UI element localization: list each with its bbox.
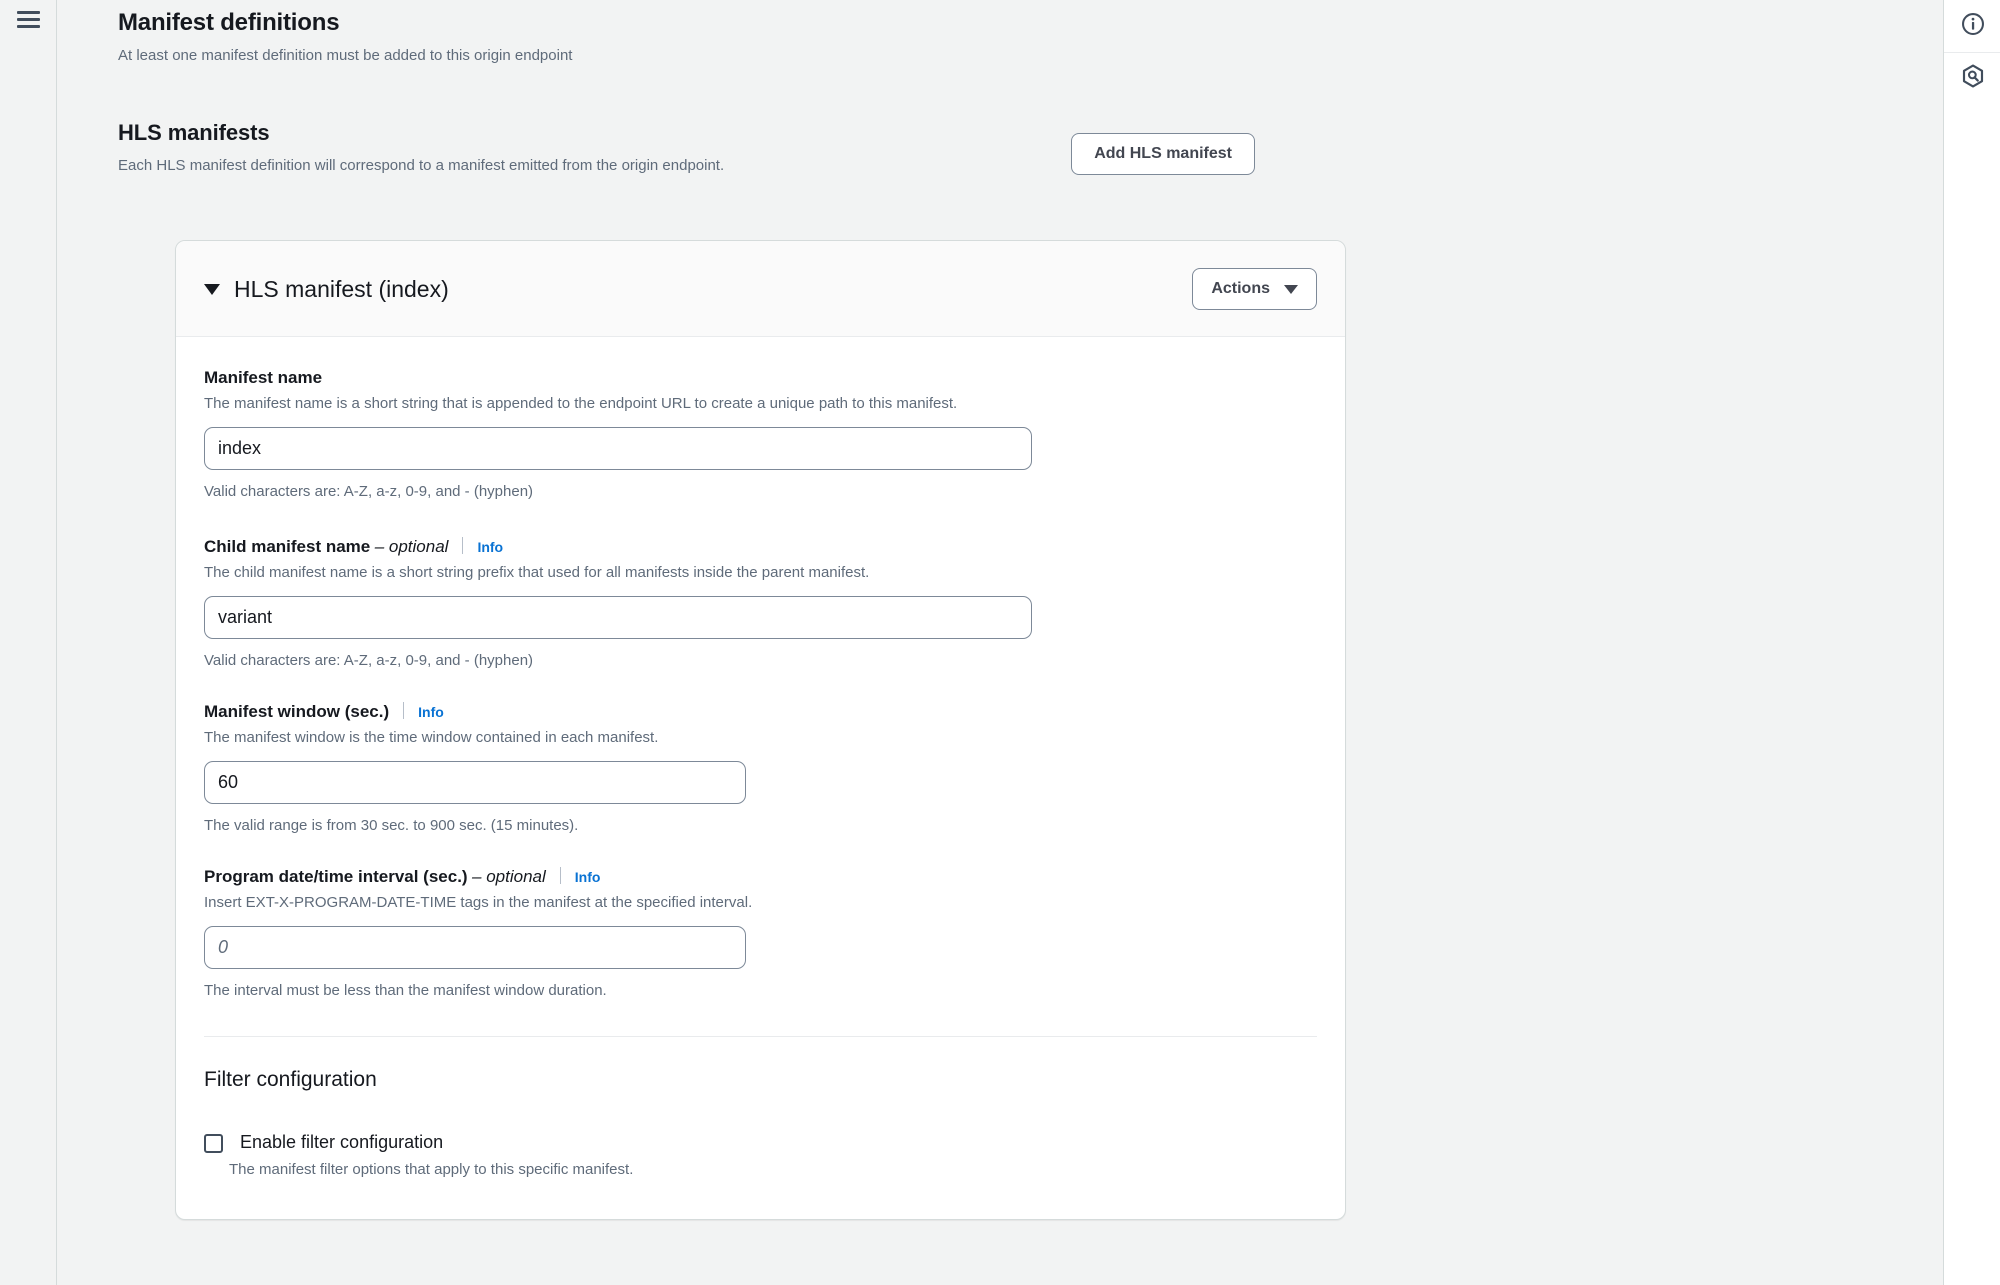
manifest-window-input[interactable] [204, 761, 746, 804]
left-navigation-rail [0, 0, 57, 1285]
program-date-time-interval-input[interactable] [204, 926, 746, 969]
child-manifest-name-constraint: Valid characters are: A-Z, a-z, 0-9, and… [204, 652, 534, 669]
program-date-time-interval-description: Insert EXT-X-PROGRAM-DATE-TIME tags in t… [204, 894, 753, 911]
info-separator [462, 537, 464, 554]
chevron-down-icon [1284, 284, 1298, 294]
main-content: Manifest definitions At least one manife… [58, 0, 1943, 1285]
chevron-down-icon [204, 284, 220, 295]
section-title: HLS manifests [118, 120, 270, 145]
page-header: Manifest definitions At least one manife… [58, 0, 1943, 67]
child-manifest-name-optional: – optional [374, 537, 449, 556]
checkbox-text-group: Enable filter configuration [240, 1131, 443, 1154]
hamburger-menu-icon[interactable] [17, 11, 40, 29]
manifest-name-constraint: Valid characters are: A-Z, a-z, 0-9, and… [204, 483, 534, 500]
q-assistant-icon [1960, 63, 1986, 94]
field-label-row: Manifest name [204, 367, 1317, 389]
field-program-date-time-interval: Program date/time interval (sec.) – opti… [204, 865, 1317, 1002]
enable-filter-configuration-description: The manifest filter options that apply t… [229, 1161, 634, 1178]
app-root: Manifest definitions At least one manife… [0, 0, 2000, 1285]
manifest-window-constraint: The valid range is from 30 sec. to 900 s… [204, 817, 579, 834]
info-panel-button[interactable] [1944, 0, 2000, 52]
manifest-name-description: The manifest name is a short string that… [204, 395, 958, 412]
right-help-rail [1943, 0, 2000, 1285]
hls-manifest-card: HLS manifest (index) Actions Manifest na… [175, 240, 1346, 1220]
hls-manifest-card-header: HLS manifest (index) Actions [176, 241, 1345, 337]
hamburger-bar [17, 11, 40, 14]
page-description: At least one manifest definition must be… [118, 47, 573, 64]
program-date-time-interval-label: Program date/time interval (sec.) [204, 867, 468, 886]
hamburger-bar [17, 25, 40, 28]
child-manifest-name-info-link[interactable]: Info [477, 538, 503, 556]
enable-filter-configuration-row[interactable]: Enable filter configuration [204, 1131, 1317, 1154]
field-label-row: Manifest window (sec.) Info [204, 700, 1317, 723]
enable-filter-configuration-label: Enable filter configuration [240, 1132, 444, 1152]
assistant-panel-button[interactable] [1944, 52, 2000, 104]
expand-toggle[interactable]: HLS manifest (index) [204, 275, 449, 303]
program-date-time-interval-constraint: The interval must be less than the manif… [204, 982, 607, 999]
page-title: Manifest definitions [118, 9, 340, 36]
program-date-time-interval-optional: – optional [472, 867, 546, 886]
field-child-manifest-name: Child manifest name – optional Info The … [204, 535, 1317, 672]
section-description: Each HLS manifest definition will corres… [118, 157, 725, 174]
info-separator [559, 867, 561, 884]
field-label-row: Child manifest name – optional Info [204, 535, 1317, 558]
manifest-window-label: Manifest window (sec.) [204, 702, 390, 721]
manifest-window-info-link[interactable]: Info [418, 703, 444, 721]
enable-filter-configuration-checkbox[interactable] [204, 1134, 223, 1153]
hls-manifest-card-body: Manifest name The manifest name is a sho… [176, 337, 1345, 1219]
add-hls-manifest-button[interactable]: Add HLS manifest [1071, 133, 1255, 175]
manifest-name-input[interactable] [204, 427, 1032, 470]
hls-manifest-card-title: HLS manifest (index) [234, 275, 449, 302]
manifest-name-label: Manifest name [204, 368, 323, 387]
hamburger-bar [17, 18, 40, 21]
field-label-row: Program date/time interval (sec.) – opti… [204, 865, 1317, 888]
child-manifest-name-label: Child manifest name [204, 537, 371, 556]
child-manifest-name-description: The child manifest name is a short strin… [204, 564, 870, 581]
actions-button-label: Actions [1211, 280, 1270, 297]
field-manifest-name: Manifest name The manifest name is a sho… [204, 367, 1317, 503]
manifest-window-description: The manifest window is the time window c… [204, 729, 659, 746]
section-divider [204, 1036, 1317, 1037]
filter-configuration-title: Filter configuration [204, 1068, 377, 1091]
hls-manifests-section-header: HLS manifests Each HLS manifest definiti… [58, 119, 1943, 193]
field-manifest-window: Manifest window (sec.) Info The manifest… [204, 700, 1317, 837]
info-separator [403, 702, 405, 719]
actions-button[interactable]: Actions [1192, 268, 1317, 310]
child-manifest-name-input[interactable] [204, 596, 1032, 639]
info-circle-icon [1960, 11, 1986, 42]
program-date-time-interval-info-link[interactable]: Info [575, 868, 601, 886]
